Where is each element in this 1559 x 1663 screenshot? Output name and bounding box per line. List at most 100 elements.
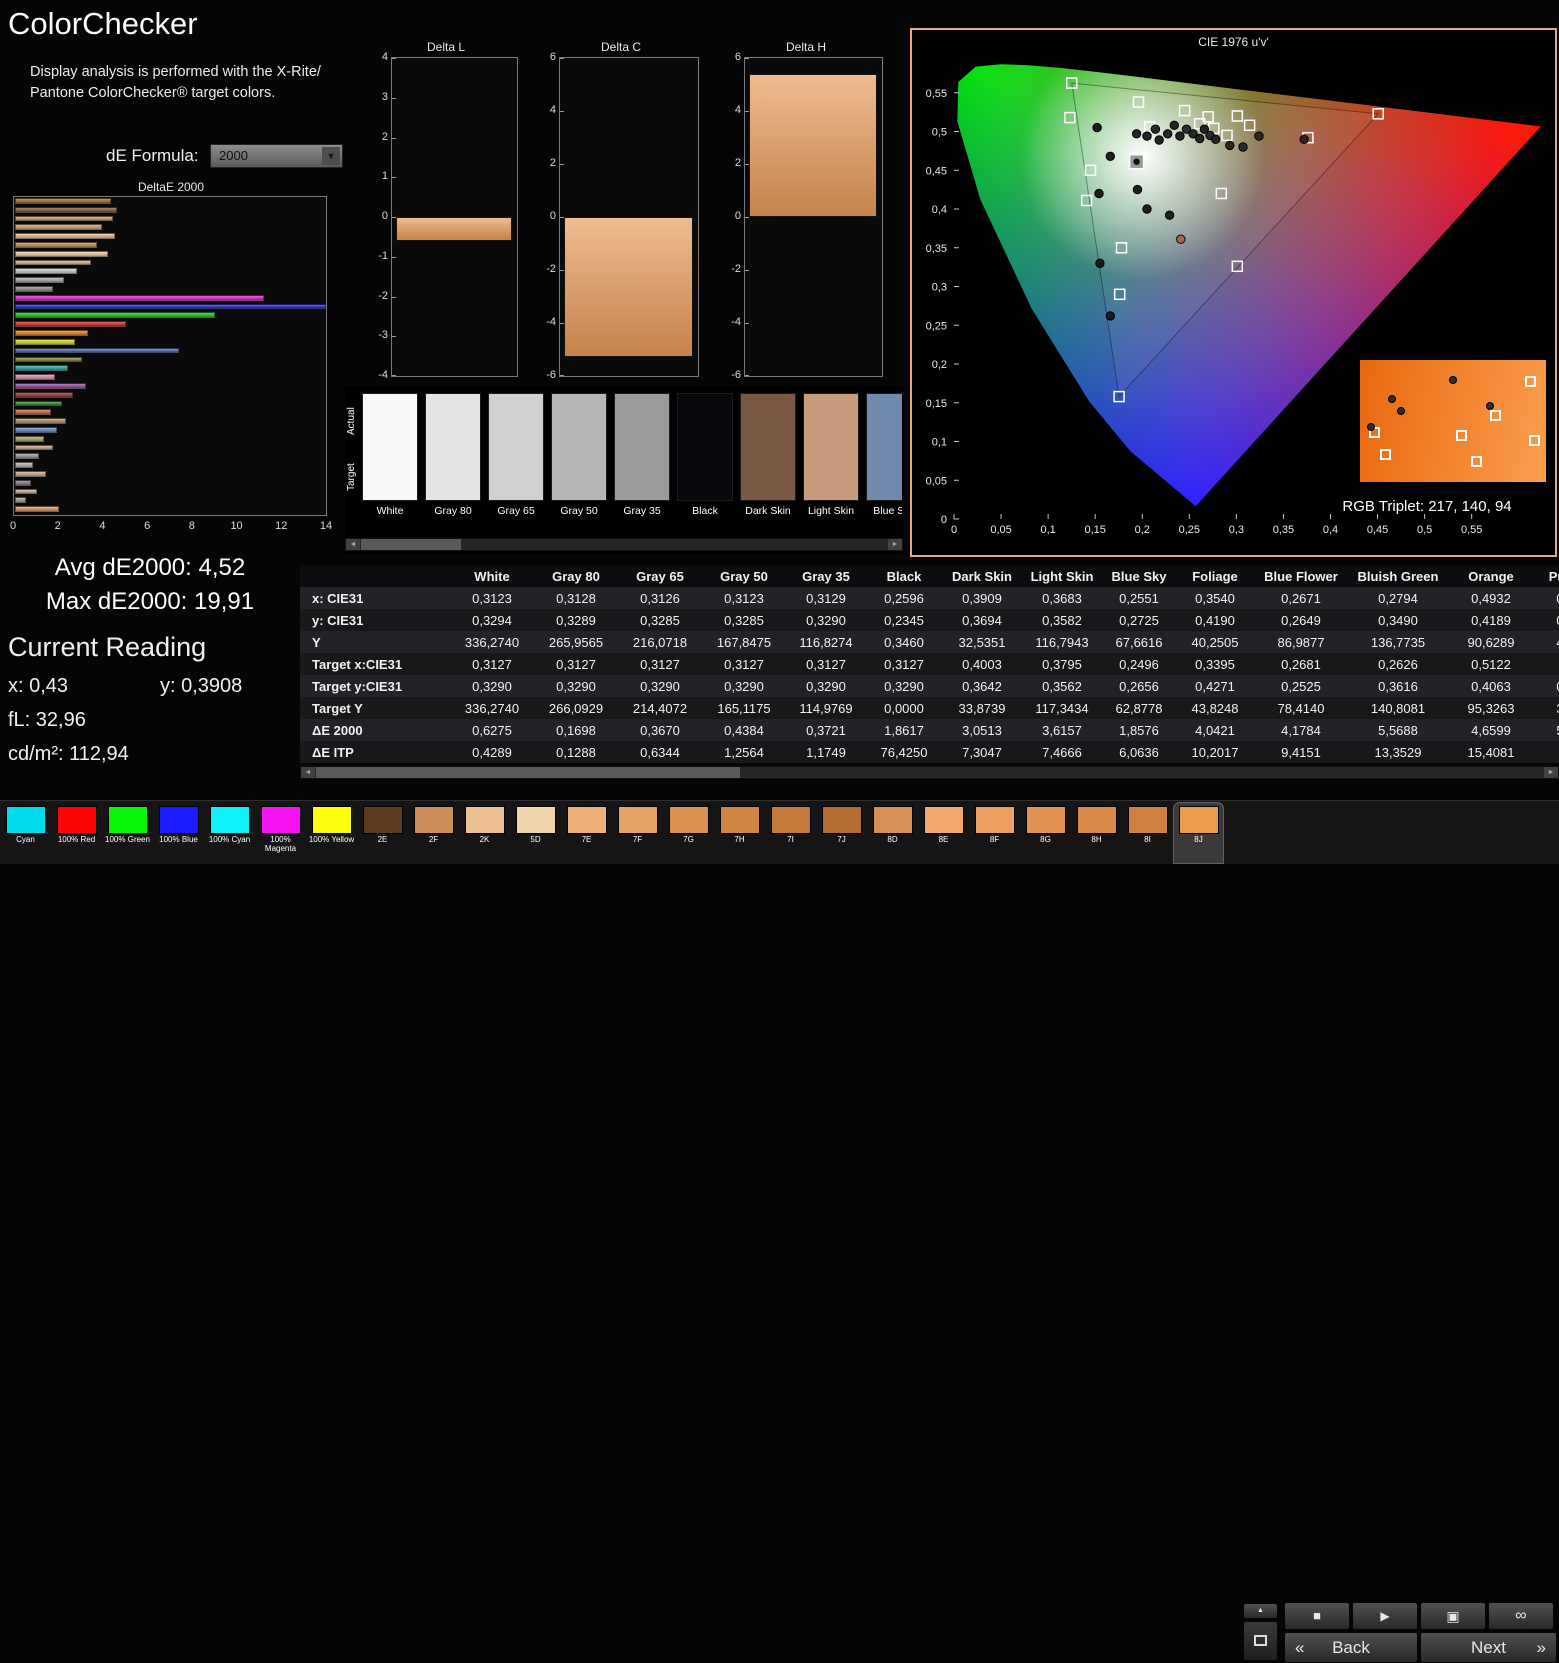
play-button[interactable]: ▶ (1352, 1602, 1418, 1630)
table-cell: 0,3285 (618, 609, 702, 631)
table-cell: 0,4190 (1176, 609, 1254, 631)
table-cell: 136,7735 (1348, 631, 1448, 653)
table-row: Target y:CIE310,32900,32900,32900,32900,… (300, 675, 1559, 697)
stop-button[interactable]: ■ (1284, 1602, 1350, 1630)
axis-tick-mark (745, 58, 749, 59)
patch-item[interactable]: 5D (510, 802, 561, 864)
delta-bar (396, 217, 512, 241)
table-scrollbar[interactable]: ◄ ► (300, 766, 1559, 779)
patch-item[interactable]: 8D (867, 802, 918, 864)
loop-button[interactable]: ∞ (1488, 1602, 1554, 1630)
patch-item[interactable]: 7H (714, 802, 765, 864)
results-table: WhiteGray 80Gray 65Gray 50Gray 35BlackDa… (300, 566, 1559, 765)
axis-tick-mark (392, 297, 396, 298)
table-cell: 4,0421 (1176, 719, 1254, 741)
patch-item[interactable]: 100% Blue (153, 802, 204, 864)
table-cell: 0,2649 (1254, 609, 1348, 631)
patch-row: Cyan100% Red100% Green100% Blue100% Cyan… (0, 802, 1224, 864)
deltae-chart-title: DeltaE 2000 (12, 180, 330, 194)
cie-measurement-marker (1212, 135, 1220, 143)
axis-tick-mark (392, 336, 396, 337)
deltae-bar-chart: DeltaE 2000 02468101214 (12, 180, 330, 544)
patch-label: 2K (459, 836, 510, 845)
patch-item[interactable]: 2E (357, 802, 408, 864)
patch-item[interactable]: 100% Magenta (255, 802, 306, 864)
scroll-left-icon[interactable]: ◄ (346, 539, 360, 550)
deltae-bar (15, 409, 51, 415)
axis-tick-label: 2 (372, 131, 388, 143)
scroll-left-icon[interactable]: ◄ (301, 767, 315, 778)
table-cell: 116,8274 (786, 631, 866, 653)
patch-item[interactable]: 7F (612, 802, 663, 864)
table-cell: 0,3128 (534, 587, 618, 609)
svg-text:0,05: 0,05 (926, 475, 947, 487)
svg-text:0,05: 0,05 (990, 524, 1011, 536)
axis-tick-label: -3 (372, 329, 388, 341)
table-cell: 0,4003 (942, 653, 1022, 675)
patch-item[interactable]: 7J (816, 802, 867, 864)
deltae-bar (15, 251, 108, 257)
patch-item[interactable]: 2K (459, 802, 510, 864)
deltae-bar (15, 418, 66, 424)
table-cell: 0,2 (1534, 653, 1559, 675)
de-formula-dropdown[interactable]: 2000 ▼ (210, 144, 343, 168)
swatch-scrollbar[interactable]: ◄ ► (345, 538, 903, 551)
patch-item[interactable]: 100% Cyan (204, 802, 255, 864)
patch-item[interactable]: 100% Yellow (306, 802, 357, 864)
xy-reading: x: 0,43 y: 0,3908 (8, 675, 300, 699)
swatch-scrollbar-thumb[interactable] (361, 539, 461, 550)
eject-button[interactable]: ▲ (1243, 1603, 1278, 1619)
table-cell: 0,2656 (1102, 675, 1176, 697)
swatch-color (803, 393, 859, 501)
table-cell: 0,3294 (450, 609, 534, 631)
pattern-button[interactable]: ▣ (1420, 1602, 1486, 1630)
cie-measurement-marker (1397, 407, 1405, 415)
cie-measurement-marker (1165, 211, 1173, 219)
deltae-bar (15, 295, 264, 301)
table-cell: 0,3582 (1022, 609, 1102, 631)
patch-item[interactable]: 8H (1071, 802, 1122, 864)
patch-color (1026, 806, 1066, 834)
patch-item[interactable]: 8F (969, 802, 1020, 864)
table-cell: 0,19 (1534, 675, 1559, 697)
y-reading: y: 0,3908 (160, 675, 242, 698)
table-cell: 0,3126 (618, 587, 702, 609)
patch-label: 8F (969, 836, 1020, 845)
patch-item[interactable]: 2F (408, 802, 459, 864)
patch-item[interactable]: 8G (1020, 802, 1071, 864)
next-label: Next (1471, 1638, 1506, 1657)
axis-tick-label: 2 (51, 520, 65, 532)
axis-tick-mark (392, 177, 396, 178)
patch-item[interactable]: Cyan (0, 802, 51, 864)
back-button[interactable]: « Back (1284, 1632, 1418, 1663)
patch-label: Cyan (0, 836, 51, 845)
table-cell: 0,2626 (1348, 653, 1448, 675)
table-scrollbar-thumb[interactable] (316, 767, 740, 778)
next-button[interactable]: Next » (1420, 1632, 1557, 1663)
patch-item[interactable]: 7E (561, 802, 612, 864)
display-button[interactable] (1243, 1621, 1278, 1661)
svg-text:0,25: 0,25 (926, 320, 947, 332)
patch-label: 7I (765, 836, 816, 845)
table-cell: 0,3127 (534, 653, 618, 675)
de-formula-value: 2000 (219, 148, 248, 163)
svg-text:0: 0 (941, 514, 947, 526)
patch-toolbar: Cyan100% Red100% Green100% Blue100% Cyan… (0, 800, 1559, 864)
delta-l-plot-area (391, 57, 518, 377)
patch-item[interactable]: 7I (765, 802, 816, 864)
scroll-right-icon[interactable]: ► (1544, 767, 1558, 778)
patch-item[interactable]: 8E (918, 802, 969, 864)
patch-item[interactable]: 100% Red (51, 802, 102, 864)
patch-label: 8E (918, 836, 969, 845)
table-cell: 0,2345 (866, 609, 942, 631)
swatch: Gray 80 (425, 393, 481, 525)
patch-item[interactable]: 7G (663, 802, 714, 864)
scroll-right-icon[interactable]: ► (888, 539, 902, 550)
patch-item[interactable]: 8J (1173, 802, 1224, 864)
patch-item[interactable]: 100% Green (102, 802, 153, 864)
table-cell: 0,22 (1534, 587, 1559, 609)
swatch: Gray 65 (488, 393, 544, 525)
deltae-bar (15, 480, 31, 486)
patch-item[interactable]: 8I (1122, 802, 1173, 864)
table-row: ΔE ITP0,42890,12880,63441,25641,174976,4… (300, 741, 1559, 763)
